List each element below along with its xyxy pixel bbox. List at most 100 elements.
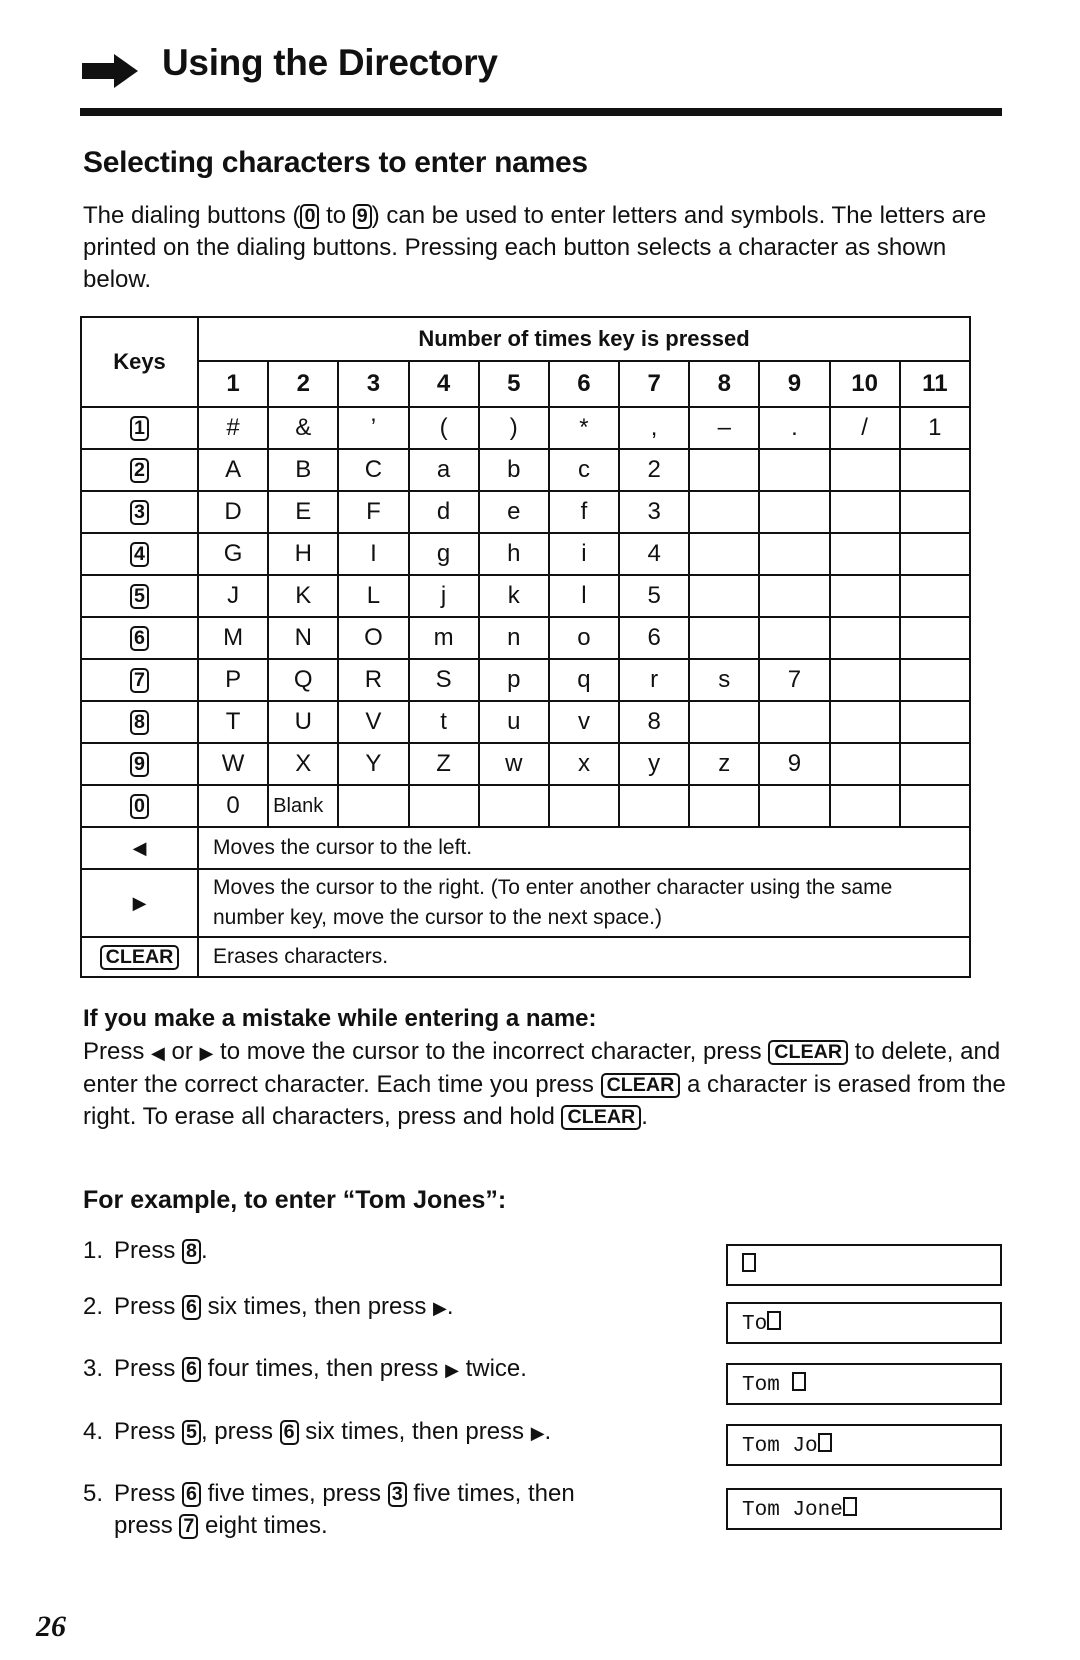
char-cell: y	[618, 742, 691, 786]
step-text: six times, then press	[200, 1293, 434, 1320]
step-number: 4.	[83, 1418, 104, 1445]
step-text: Press	[114, 1355, 183, 1382]
char-cell: t	[407, 700, 480, 744]
char-cell	[688, 574, 761, 618]
key-3-icon: 3	[387, 1482, 407, 1507]
char-cell: O	[337, 616, 410, 660]
char-cell	[758, 616, 831, 660]
step-text: five times, press	[200, 1480, 388, 1507]
char-cell: m	[407, 616, 480, 660]
char-cell	[898, 658, 972, 702]
table-row-right: ▶ Moves the cursor to the right. (To ent…	[80, 868, 971, 938]
char-cell: S	[407, 658, 480, 702]
char-cell: j	[407, 574, 480, 618]
char-cell: H	[267, 532, 340, 576]
char-cell: p	[477, 658, 550, 702]
step-number: 3.	[83, 1355, 104, 1382]
step-text: four times, then press	[200, 1355, 446, 1382]
table-row: 9WXYZwxyz9	[80, 742, 972, 786]
char-cell: w	[477, 742, 550, 786]
char-cell	[688, 784, 761, 828]
char-cell: N	[267, 616, 340, 660]
char-cell: 4	[618, 532, 691, 576]
clear-key-icon: CLEAR	[561, 1105, 642, 1130]
section-heading: Selecting characters to enter names	[83, 146, 588, 179]
page-title: Using the Directory	[162, 42, 498, 83]
display-text: Tom Jone	[742, 1499, 843, 1522]
char-cell	[688, 700, 761, 744]
press-count-header: 7	[618, 360, 691, 408]
char-cell: Y	[337, 742, 410, 786]
arrow-right-icon	[82, 54, 138, 88]
step-text: , press	[200, 1418, 280, 1445]
table-row-left: ◀ Moves the cursor to the left.	[80, 826, 971, 870]
char-cell: q	[547, 658, 621, 702]
clear-key-icon: CLEAR	[600, 1073, 681, 1098]
display-step-2: To	[726, 1302, 1002, 1344]
key-8-icon: 8	[130, 710, 149, 735]
char-cell: (	[407, 406, 480, 450]
intro-paragraph: The dialing buttons (0 to 9) can be used…	[83, 200, 1013, 296]
press-count-header: 3	[337, 360, 410, 408]
char-cell: M	[196, 616, 270, 660]
presses-header: Number of times key is pressed	[197, 316, 971, 362]
press-count-header: 6	[547, 360, 621, 408]
char-cell: .	[758, 406, 831, 450]
text: Press	[83, 1038, 152, 1065]
char-cell	[828, 532, 901, 576]
key-9-icon: 9	[130, 752, 149, 777]
press-count-header: 4	[407, 360, 480, 408]
char-cell	[898, 448, 972, 492]
char-cell: J	[196, 574, 270, 618]
char-cell	[898, 784, 972, 828]
char-cell: B	[267, 448, 340, 492]
char-cell	[688, 616, 761, 660]
display-step-5: Tom Jone	[726, 1488, 1002, 1530]
char-cell: U	[267, 700, 340, 744]
right-arrow-icon: ▶	[80, 868, 199, 938]
key-0-icon: 0	[130, 794, 149, 819]
key-3-icon: 3	[130, 500, 149, 525]
char-cell: E	[267, 490, 340, 534]
char-cell: P	[196, 658, 270, 702]
char-cell	[688, 448, 761, 492]
left-arrow-icon: ◀	[151, 1043, 165, 1063]
table-row: 2ABCabc2	[80, 448, 972, 492]
key-4-icon: 4	[130, 542, 149, 567]
char-cell	[407, 784, 480, 828]
char-cell: V	[337, 700, 410, 744]
step-4: 4. Press 5, press 6 six times, then press…	[83, 1416, 683, 1449]
char-cell: b	[477, 448, 550, 492]
char-cell	[898, 574, 972, 618]
char-cell: *	[547, 406, 621, 450]
left-arrow-icon: ◀	[80, 826, 199, 870]
display-step-3: Tom	[726, 1363, 1002, 1405]
char-cell: 8	[618, 700, 691, 744]
example-heading: For example, to enter “Tom Jones”:	[83, 1186, 507, 1214]
char-cell: d	[407, 490, 480, 534]
char-cell: 3	[618, 490, 691, 534]
title-rule	[80, 108, 1002, 116]
table-row: 8TUVtuv8	[80, 700, 972, 744]
key-7-icon: 7	[179, 1514, 199, 1539]
press-count-header: 9	[758, 360, 831, 408]
page-number: 26	[36, 1610, 66, 1643]
key-8-icon: 8	[182, 1239, 201, 1264]
char-cell: L	[337, 574, 410, 618]
step-text: .	[200, 1237, 208, 1264]
intro-text: The dialing buttons (	[83, 202, 301, 229]
char-cell: X	[267, 742, 340, 786]
step-text: .	[544, 1418, 552, 1445]
char-cell	[898, 532, 972, 576]
char-cell	[758, 532, 831, 576]
key-2-icon: 2	[130, 458, 149, 483]
char-cell: ,	[618, 406, 691, 450]
right-arrow-icon: ▶	[433, 1298, 447, 1318]
char-cell: e	[477, 490, 550, 534]
display-text: Tom Jo	[742, 1435, 818, 1458]
right-arrow-icon: ▶	[445, 1360, 459, 1380]
char-cell	[758, 784, 831, 828]
table-row-clear: CLEAR Erases characters.	[80, 936, 971, 978]
char-cell: h	[477, 532, 550, 576]
char-cell: K	[267, 574, 340, 618]
